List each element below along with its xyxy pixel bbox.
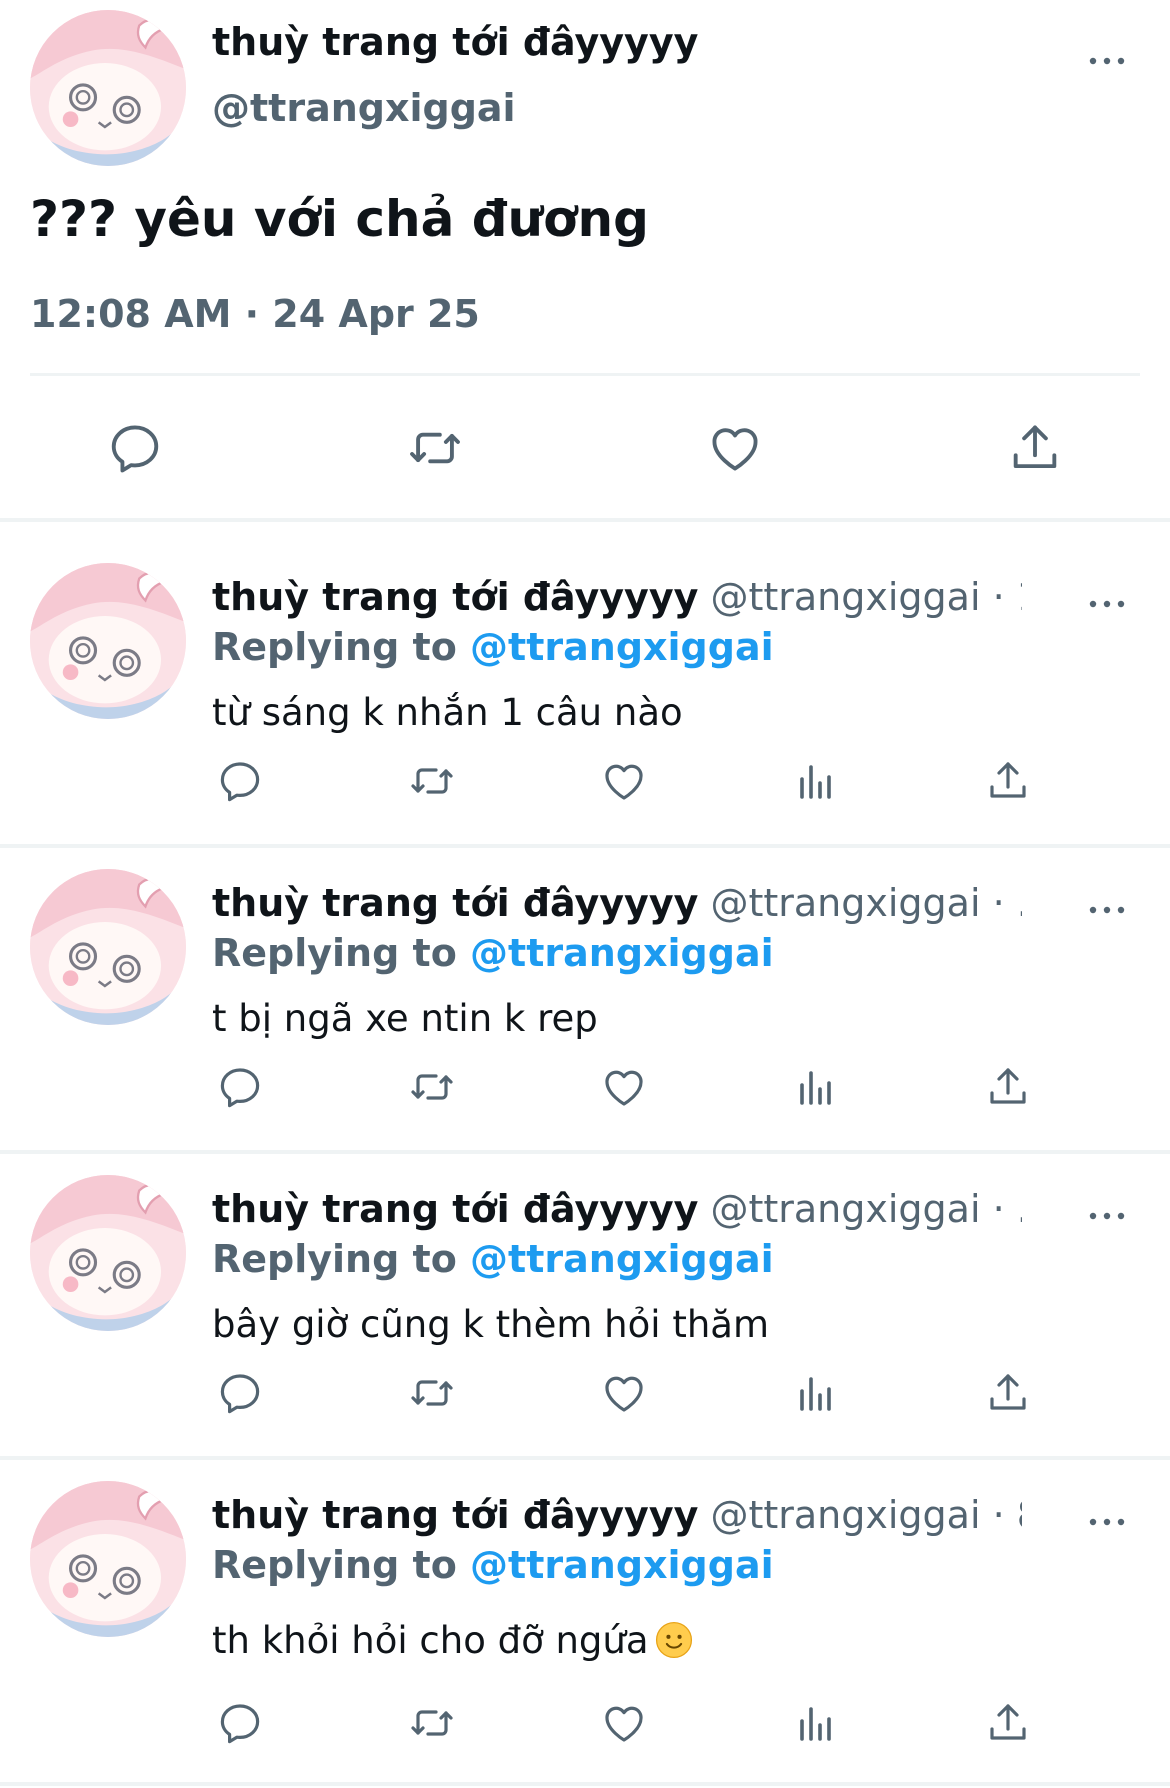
- replying-to-mention[interactable]: @ttrangxiggai: [470, 931, 774, 975]
- replying-to-mention[interactable]: @ttrangxiggai: [470, 1543, 774, 1587]
- like-icon[interactable]: [596, 1365, 652, 1421]
- reply-tweet[interactable]: thuỳ trang tới đâyyyyy @ttrangxiggai · 1…: [0, 545, 1170, 851]
- analytics-icon[interactable]: [788, 1695, 844, 1751]
- more-options-icon[interactable]: [1082, 1201, 1132, 1231]
- tweet-text: ??? yêu với chả đương: [30, 190, 649, 248]
- reply-icon[interactable]: [212, 753, 268, 809]
- handle[interactable]: @ttrangxiggai: [212, 86, 516, 130]
- avatar[interactable]: [30, 10, 186, 166]
- more-options-icon[interactable]: [1082, 895, 1132, 925]
- tweet-text: th khỏi hỏi cho đỡ ngứa: [212, 1619, 693, 1662]
- display-name[interactable]: thuỳ trang tới đâyyyyy: [212, 1187, 698, 1231]
- reply-header: thuỳ trang tới đâyyyyy @ttrangxiggai · 8…: [212, 1493, 1022, 1537]
- reply-header: thuỳ trang tới đâyyyyy @ttrangxiggai · .…: [212, 881, 1022, 925]
- action-bar: [212, 1695, 1042, 1755]
- reply-icon[interactable]: [212, 1695, 268, 1751]
- more-options-icon[interactable]: [1082, 1507, 1132, 1537]
- reply-tweet[interactable]: thuỳ trang tới đâyyyyy @ttrangxiggai · .…: [0, 851, 1170, 1157]
- replying-to: Replying to @ttrangxiggai: [212, 625, 774, 669]
- share-icon[interactable]: [980, 1695, 1036, 1751]
- replying-to-label: Replying to: [212, 1543, 457, 1587]
- analytics-icon[interactable]: [788, 1059, 844, 1115]
- reply-icon[interactable]: [212, 1365, 268, 1421]
- replying-to-mention[interactable]: @ttrangxiggai: [470, 625, 774, 669]
- replying-to-label: Replying to: [212, 1237, 457, 1281]
- main-tweet: thuỳ trang tới đâyyyyy @ttrangxiggai ???…: [0, 0, 1170, 518]
- replying-to: Replying to @ttrangxiggai: [212, 931, 774, 975]
- retweet-icon[interactable]: [404, 1695, 460, 1751]
- handle-and-time: @ttrangxiggai · ...: [710, 881, 1022, 925]
- share-icon[interactable]: [980, 1059, 1036, 1115]
- like-icon[interactable]: [705, 418, 765, 478]
- action-bar: [212, 753, 1042, 813]
- like-icon[interactable]: [596, 1059, 652, 1115]
- divider: [0, 1456, 1170, 1460]
- action-bar: [212, 1365, 1042, 1425]
- avatar[interactable]: [30, 869, 186, 1025]
- replying-to-label: Replying to: [212, 625, 457, 669]
- tweet-text-content: th khỏi hỏi cho đỡ ngứa: [212, 1619, 649, 1662]
- reply-tweet[interactable]: thuỳ trang tới đâyyyyy @ttrangxiggai · 8…: [0, 1463, 1170, 1769]
- tweet-text: t bị ngã xe ntin k rep: [212, 997, 598, 1040]
- divider: [0, 518, 1170, 522]
- tweet-timestamp[interactable]: 12:08 AM · 24 Apr 25: [30, 292, 480, 336]
- reply-icon[interactable]: [105, 418, 165, 478]
- tweet-text: từ sáng k nhắn 1 câu nào: [212, 691, 683, 734]
- retweet-icon[interactable]: [404, 1059, 460, 1115]
- smiling-face-emoji-icon: [655, 1621, 693, 1659]
- share-icon[interactable]: [1005, 418, 1065, 478]
- more-options-icon[interactable]: [1082, 589, 1132, 619]
- avatar[interactable]: [30, 563, 186, 719]
- replying-to-mention[interactable]: @ttrangxiggai: [470, 1237, 774, 1281]
- analytics-icon[interactable]: [788, 1365, 844, 1421]
- replying-to: Replying to @ttrangxiggai: [212, 1237, 774, 1281]
- like-icon[interactable]: [596, 1695, 652, 1751]
- replying-to-label: Replying to: [212, 931, 457, 975]
- handle-and-time: @ttrangxiggai · 8s: [710, 1493, 1022, 1537]
- more-options-icon[interactable]: [1082, 46, 1132, 76]
- retweet-icon[interactable]: [404, 1365, 460, 1421]
- divider: [0, 1782, 1170, 1786]
- handle-and-time: @ttrangxiggai · ...: [710, 1187, 1022, 1231]
- display-name[interactable]: thuỳ trang tới đâyyyyy: [212, 575, 698, 619]
- like-icon[interactable]: [596, 753, 652, 809]
- replying-to: Replying to @ttrangxiggai: [212, 1543, 774, 1587]
- retweet-icon[interactable]: [404, 753, 460, 809]
- display-name[interactable]: thuỳ trang tới đâyyyyy: [212, 20, 698, 64]
- reply-header: thuỳ trang tới đâyyyyy @ttrangxiggai · 1…: [212, 575, 1022, 619]
- handle-and-time: @ttrangxiggai · 1m: [710, 575, 1022, 619]
- divider: [30, 373, 1140, 376]
- divider: [0, 844, 1170, 848]
- analytics-icon[interactable]: [788, 753, 844, 809]
- share-icon[interactable]: [980, 753, 1036, 809]
- share-icon[interactable]: [980, 1365, 1036, 1421]
- reply-header: thuỳ trang tới đâyyyyy @ttrangxiggai · .…: [212, 1187, 1022, 1231]
- avatar[interactable]: [30, 1175, 186, 1331]
- reply-tweet[interactable]: thuỳ trang tới đâyyyyy @ttrangxiggai · .…: [0, 1157, 1170, 1463]
- tweet-text: bây giờ cũng k thèm hỏi thăm: [212, 1303, 769, 1346]
- display-name[interactable]: thuỳ trang tới đâyyyyy: [212, 1493, 698, 1537]
- divider: [0, 1150, 1170, 1154]
- display-name[interactable]: thuỳ trang tới đâyyyyy: [212, 881, 698, 925]
- retweet-icon[interactable]: [405, 418, 465, 478]
- reply-icon[interactable]: [212, 1059, 268, 1115]
- action-bar: [212, 1059, 1042, 1119]
- avatar[interactable]: [30, 1481, 186, 1637]
